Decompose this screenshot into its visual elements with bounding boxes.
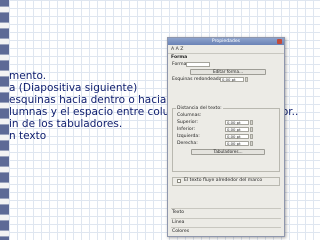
esquinas-row: Esquinas redondeadas: 0,00 pt	[168, 76, 284, 83]
edit-shape-row: Editar forma...	[168, 68, 284, 76]
superior-input[interactable]: 0,00 pt	[225, 120, 249, 125]
izquierda-input[interactable]: 0,00 pt	[225, 134, 249, 139]
spacing-row-derecha: Derecha: 0,00 pt	[173, 140, 279, 147]
spacing-row-inferior: Inferior: 0,00 pt	[173, 126, 279, 133]
properties-dialog[interactable]: Propiedades A A Z Forma Forma: Editar fo…	[167, 37, 285, 237]
izquierda-spinner[interactable]	[250, 134, 253, 139]
edit-shape-button[interactable]: Editar forma...	[190, 69, 266, 75]
section-linea[interactable]: Línea	[171, 218, 281, 225]
forma-section-header[interactable]: Forma	[168, 54, 284, 61]
dialog-title: Propiedades	[211, 39, 241, 44]
esquinas-spinner[interactable]	[245, 77, 248, 82]
section-colores[interactable]: Colores	[171, 227, 281, 234]
tabs-row: Tabuladores...	[173, 147, 279, 156]
dialog-titlebar[interactable]: Propiedades	[168, 38, 284, 45]
spacing-row-izquierda: Izquierda: 0,00 pt	[173, 133, 279, 140]
distancia-frame: Distancia del texto: Columnas: Superior:…	[172, 106, 280, 172]
superior-spinner[interactable]	[250, 120, 253, 125]
close-icon[interactable]	[277, 39, 282, 44]
inferior-input[interactable]: 0,00 pt	[225, 127, 249, 132]
inferior-spinner[interactable]	[250, 127, 253, 132]
izquierda-label: Izquierda:	[177, 134, 200, 139]
derecha-spinner[interactable]	[250, 141, 253, 146]
esquinas-label: Esquinas redondeadas:	[172, 77, 226, 82]
wrap-frame: El texto fluye alrededor del marco	[172, 177, 280, 186]
derecha-label: Derecha:	[177, 141, 198, 146]
section-texto[interactable]: Texto	[171, 208, 281, 215]
superior-label: Superior:	[177, 120, 198, 125]
columnas-row: Columnas:	[173, 112, 279, 119]
wrap-checkbox[interactable]	[177, 179, 181, 183]
columnas-label: Columnas:	[177, 113, 202, 118]
forma-row: Forma:	[168, 61, 284, 68]
inferior-label: Inferior:	[177, 127, 196, 132]
distancia-label: Distancia del texto:	[176, 106, 223, 111]
spacing-row-superior: Superior: 0,00 pt	[173, 119, 279, 126]
dialog-toolbar[interactable]: A A Z	[168, 45, 284, 54]
derecha-input[interactable]: 0,00 pt	[225, 141, 249, 146]
forma-select[interactable]	[186, 62, 210, 67]
esquinas-input[interactable]: 0,00 pt	[220, 77, 244, 82]
tabs-button[interactable]: Tabuladores...	[191, 149, 265, 155]
wrap-checkbox-label: El texto fluye alrededor del marco	[184, 178, 263, 183]
